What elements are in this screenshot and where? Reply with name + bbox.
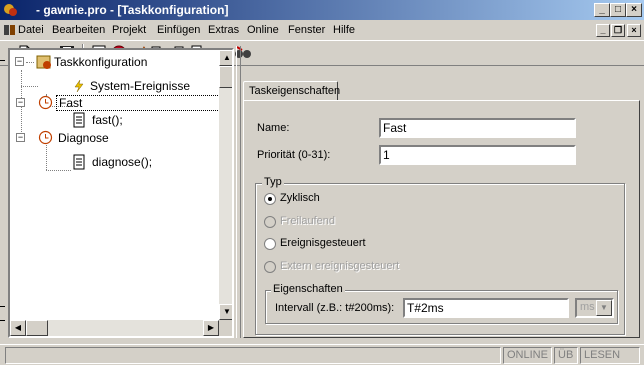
tree-vertical-scrollbar[interactable]: ▲ ▼ xyxy=(219,50,232,320)
tree-label: System-Ereignisse xyxy=(90,79,191,93)
menu-bearbeiten[interactable]: Bearbeiten xyxy=(52,24,105,36)
scroll-corner xyxy=(219,320,232,336)
scroll-up-icon[interactable]: ▲ xyxy=(219,50,232,66)
collapse-icon[interactable]: − xyxy=(15,57,24,66)
radio-extern-ereignisgesteuert: Extern ereignisgesteuert xyxy=(264,260,444,274)
status-lesen: LESEN xyxy=(580,347,640,364)
tree-label: Taskkonfiguration xyxy=(54,55,148,69)
tree-label: Fast xyxy=(56,95,220,111)
chevron-down-icon: ▼ xyxy=(596,300,612,316)
scroll-right-icon[interactable]: ▶ xyxy=(203,320,219,336)
status-message xyxy=(5,347,501,364)
radio-label: Zyklisch xyxy=(280,192,320,204)
task-config-icon xyxy=(36,55,51,69)
scroll-thumb[interactable] xyxy=(219,66,232,88)
mdi-minimize-button[interactable]: _ xyxy=(596,24,610,37)
status-online: ONLINE xyxy=(503,347,552,364)
scroll-down-icon[interactable]: ▼ xyxy=(219,304,232,320)
collapse-icon[interactable]: − xyxy=(16,133,25,142)
mdi-restore-button[interactable]: ❐ xyxy=(611,24,625,37)
menu-datei[interactable]: Datei xyxy=(18,24,44,36)
priority-field[interactable] xyxy=(379,145,576,165)
clock-icon xyxy=(38,130,53,145)
maximize-button[interactable]: □ xyxy=(610,3,626,17)
radio-checked-icon xyxy=(264,193,276,205)
tree-horizontal-scrollbar[interactable]: ◀ ▶ xyxy=(10,320,219,336)
menu-bar: Datei Bearbeiten Projekt Einfügen Extras… xyxy=(0,21,644,40)
tab-content: Name: Priorität (0-31): Typ Zyklisch Fre… xyxy=(243,100,640,338)
left-edge-panel xyxy=(0,48,6,338)
unit-select: ms ▼ xyxy=(575,298,614,318)
tree-label: fast(); xyxy=(92,113,123,127)
menu-online[interactable]: Online xyxy=(247,24,279,36)
menu-extras[interactable]: Extras xyxy=(208,24,239,36)
tree-node-pou-diagnose[interactable]: diagnose(); xyxy=(12,154,212,170)
status-ub: ÜB xyxy=(554,347,578,364)
interval-label: Intervall (z.B.: t#200ms): xyxy=(275,302,395,314)
app-icon xyxy=(4,4,17,16)
name-label: Name: xyxy=(257,122,290,134)
radio-freilaufend: Freilaufend xyxy=(264,215,414,229)
collapse-icon[interactable]: − xyxy=(16,98,25,107)
lightning-icon xyxy=(74,79,84,93)
radio-label: Extern ereignisgesteuert xyxy=(280,260,400,272)
tree-node-diagnose[interactable]: − Diagnose xyxy=(12,130,212,146)
task-tree[interactable]: − Taskkonfiguration System-Ereignisse − … xyxy=(8,48,234,338)
window-title: - gawnie.pro - [Taskkonfiguration] xyxy=(36,3,229,17)
tab-taskeigenschaften[interactable]: Taskeigenschaften xyxy=(243,81,341,101)
status-bar: ONLINE ÜB LESEN xyxy=(0,344,644,365)
name-field[interactable] xyxy=(379,118,576,138)
radio-zyklisch[interactable]: Zyklisch xyxy=(264,192,414,206)
task-properties-panel: Taskeigenschaften Name: Priorität (0-31)… xyxy=(243,47,642,340)
tree-node-system-ereignisse[interactable]: System-Ereignisse xyxy=(12,78,212,94)
interval-field[interactable] xyxy=(403,298,569,318)
tree-label: diagnose(); xyxy=(92,155,153,169)
priority-label: Priorität (0-31): xyxy=(257,149,331,161)
scroll-thumb[interactable] xyxy=(26,320,48,336)
tree-label: Diagnose xyxy=(58,131,109,145)
radio-icon xyxy=(264,238,276,250)
clock-icon xyxy=(38,95,53,110)
unit-value: ms xyxy=(580,301,595,313)
tree-node-fast[interactable]: − Fast xyxy=(12,95,220,111)
pou-document-icon xyxy=(73,112,85,128)
document-icon xyxy=(4,25,15,35)
menu-fenster[interactable]: Fenster xyxy=(288,24,325,36)
radio-icon xyxy=(264,261,276,273)
pou-document-icon xyxy=(73,154,85,170)
scroll-left-icon[interactable]: ◀ xyxy=(10,320,26,336)
panel-splitter[interactable] xyxy=(236,46,241,338)
menu-hilfe[interactable]: Hilfe xyxy=(333,24,355,36)
radio-label: Ereignisgesteuert xyxy=(280,237,366,249)
minimize-button[interactable]: _ xyxy=(594,3,610,17)
type-group-title: Typ xyxy=(262,176,284,188)
radio-label: Freilaufend xyxy=(280,215,336,227)
tree-node-taskkonfiguration[interactable]: − Taskkonfiguration xyxy=(12,54,212,70)
title-bar: - gawnie.pro - [Taskkonfiguration] _ □ × xyxy=(0,0,644,20)
radio-ereignisgesteuert[interactable]: Ereignisgesteuert xyxy=(264,237,414,251)
tab-label: Taskeigenschaften xyxy=(249,85,341,97)
properties-group-title: Eigenschaften xyxy=(271,283,345,295)
mdi-close-button[interactable]: × xyxy=(627,24,641,37)
close-button[interactable]: × xyxy=(626,3,642,17)
tree-node-pou-fast[interactable]: fast(); xyxy=(12,112,212,128)
menu-einfuegen[interactable]: Einfügen xyxy=(157,24,200,36)
radio-icon xyxy=(264,216,276,228)
menu-projekt[interactable]: Projekt xyxy=(112,24,146,36)
